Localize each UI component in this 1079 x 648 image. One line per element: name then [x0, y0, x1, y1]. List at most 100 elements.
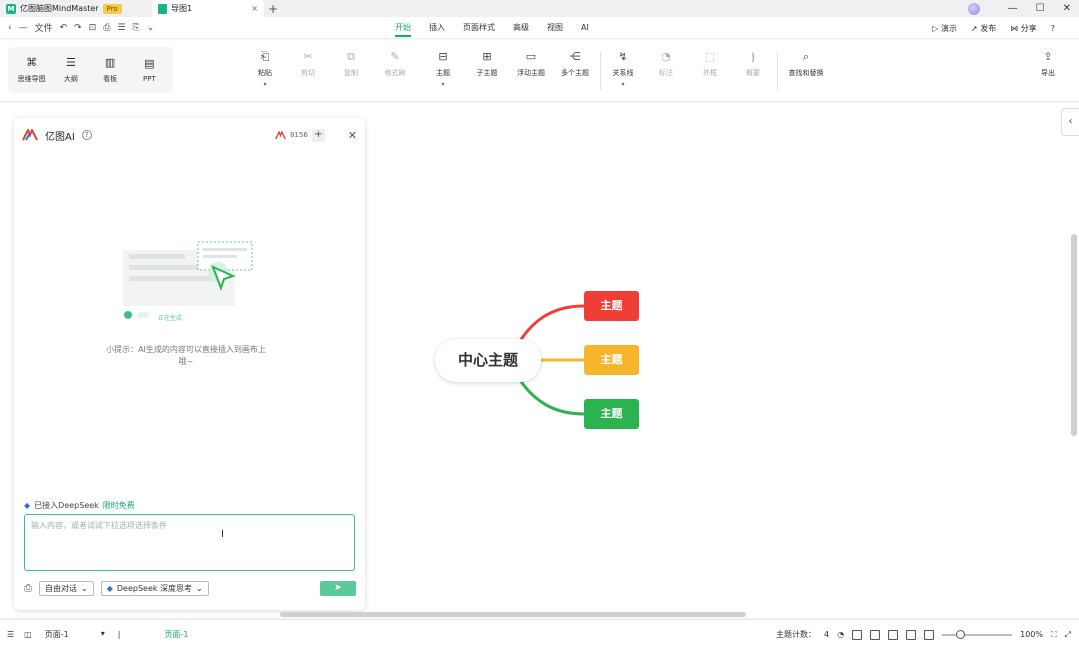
print-icon[interactable]: ⎙: [103, 23, 110, 33]
ppt-icon: ▤: [144, 57, 155, 70]
new-tab-button[interactable]: +: [264, 2, 282, 16]
close-tab-icon[interactable]: ×: [251, 4, 258, 13]
zoom-slider-handle[interactable]: [956, 629, 966, 639]
summary-icon: ⦘: [751, 50, 755, 63]
collapse-sidebar-button[interactable]: ‹: [1061, 108, 1079, 136]
page-select-value: 页面-1: [44, 629, 69, 639]
floating-topic-button[interactable]: ▭ 浮动主题: [511, 50, 551, 78]
undo-icon[interactable]: ↶: [60, 23, 68, 33]
close-window-icon[interactable]: ✕: [1063, 3, 1071, 14]
boundary-button[interactable]: ⬚ 外框: [690, 50, 730, 78]
user-avatar[interactable]: [967, 2, 980, 15]
title-bar: M 亿图脑图MindMaster Pro 导图1 × + — ☐ ✕: [0, 0, 1079, 17]
summary-button[interactable]: ⦘ 概要: [733, 50, 773, 78]
zoom-slider[interactable]: [942, 629, 1013, 639]
tab-page-style[interactable]: 页面样式: [454, 17, 504, 39]
theme-icon[interactable]: [888, 629, 899, 640]
minimize-icon[interactable]: —: [1008, 3, 1018, 14]
subtopic-button[interactable]: ⊞ 子主题: [467, 50, 507, 78]
chevron-down-icon: ⌄: [81, 583, 88, 593]
credit-count: 8156: [289, 131, 308, 139]
present-button[interactable]: ▷ 演示: [932, 23, 957, 34]
maximize-icon[interactable]: ☐: [1036, 3, 1045, 14]
add-credits-button[interactable]: +: [311, 128, 325, 142]
add-page-icon[interactable]: |: [118, 630, 121, 639]
callout-icon: ◔: [661, 50, 671, 63]
deepseek-free-link[interactable]: 限时免费: [103, 500, 135, 511]
horizontal-scrollbar[interactable]: [280, 612, 746, 617]
sidebar-toggle-icon[interactable]: ☰: [7, 630, 14, 639]
tab-start[interactable]: 开始: [386, 17, 420, 39]
multiple-topics-button[interactable]: ⋲ 多个主题: [555, 50, 595, 78]
ribbon-toolbar: ⌘ 思维导图 ☰ 大纲 ▥ 看板 ▤ PPT ⎗ 粘贴 ▾ ✂ 剪切 ⧉ 复制 …: [0, 40, 1079, 102]
share-button[interactable]: ⋈ 分享: [1010, 23, 1037, 34]
format-painter-button[interactable]: ✎ 格式刷: [375, 50, 415, 78]
app-tab[interactable]: M 亿图脑图MindMaster Pro: [0, 0, 152, 17]
save-icon[interactable]: ⎘: [133, 23, 140, 33]
central-topic[interactable]: 中心主题: [435, 339, 541, 382]
paste-icon: ⎗: [260, 50, 270, 63]
view-kanban-button[interactable]: ▥ 看板: [92, 56, 128, 84]
collapse-icon[interactable]: —: [19, 23, 28, 33]
callout-button[interactable]: ◔ 标注: [646, 50, 686, 78]
relationship-button[interactable]: ↯ 关系线 ▾: [603, 50, 643, 88]
image-upload-icon[interactable]: ⎙: [24, 583, 32, 594]
deepseek-icon: ◆: [24, 501, 31, 510]
more-icon[interactable]: ⌄: [147, 23, 155, 33]
present-mode-icon[interactable]: ⤢: [1065, 630, 1071, 640]
outline-view-icon[interactable]: [924, 629, 935, 640]
file-menu[interactable]: 文件: [35, 21, 53, 34]
fit-width-icon[interactable]: [906, 629, 917, 640]
find-replace-button[interactable]: ⌕ 查找和替换: [786, 50, 826, 78]
paste-dropdown-icon[interactable]: ▾: [263, 82, 266, 88]
tab-insert[interactable]: 插入: [420, 17, 454, 39]
copy-button[interactable]: ⧉ 复制: [331, 50, 371, 78]
help-button[interactable]: ?: [1051, 24, 1055, 33]
current-page-tab[interactable]: 页面-1: [164, 629, 188, 640]
list-icon[interactable]: ☰: [117, 23, 125, 33]
export-button[interactable]: ⇪ 导出: [1028, 50, 1068, 78]
view-ppt-button[interactable]: ▤ PPT: [131, 57, 167, 83]
ai-prompt-input[interactable]: 输入内容，或者试试下拉选项选择条件 I: [24, 514, 355, 571]
help-icon[interactable]: ?: [81, 130, 92, 140]
tab-view[interactable]: 视图: [538, 17, 572, 39]
cut-icon: ✂: [303, 50, 313, 63]
view-outline-button[interactable]: ☰ 大纲: [53, 56, 89, 84]
dropdown-caret-icon: ▾: [100, 628, 105, 638]
send-button[interactable]: ➤: [320, 580, 356, 596]
menu-right-actions: ▷ 演示 ➚ 发布 ⋈ 分享 ?: [932, 17, 1055, 39]
layout-icon[interactable]: ◫: [24, 630, 32, 639]
fit-page-icon[interactable]: [852, 629, 863, 640]
view-mindmap-button[interactable]: ⌘ 思维导图: [14, 56, 50, 84]
model-select[interactable]: ◆ DeepSeek 深度思考 ⌄: [100, 580, 209, 596]
redo-icon[interactable]: ↷: [74, 23, 82, 33]
zoom-level[interactable]: 100%: [1020, 630, 1043, 639]
tab-ai[interactable]: AI: [572, 17, 598, 39]
publish-button[interactable]: ➚ 发布: [971, 23, 996, 34]
topic-node-red[interactable]: 主题: [584, 291, 639, 321]
paste-button[interactable]: ⎗ 粘贴 ▾: [245, 50, 285, 88]
format-painter-icon: ✎: [390, 50, 400, 63]
model-select-value: DeepSeek 深度思考: [116, 583, 193, 593]
mode-select[interactable]: 自由对话 ⌄: [39, 580, 94, 596]
tab-advanced[interactable]: 高级: [504, 17, 538, 39]
focus-icon[interactable]: ◔: [837, 630, 844, 639]
relationship-dropdown-icon[interactable]: ▾: [621, 82, 624, 88]
topic-count-label: 主题计数：: [776, 630, 817, 639]
topic-dropdown-icon[interactable]: ▾: [441, 82, 444, 88]
fullscreen-icon[interactable]: ⛶: [1051, 630, 1057, 640]
find-replace-icon: ⌕: [802, 50, 810, 63]
topic-button[interactable]: ⊟ 主题 ▾: [423, 50, 463, 88]
vertical-scrollbar[interactable]: [1071, 234, 1077, 436]
cut-button[interactable]: ✂ 剪切: [288, 50, 328, 78]
grid-icon[interactable]: [870, 629, 881, 640]
export-label: 导出: [1041, 69, 1055, 77]
topic-node-yellow[interactable]: 主题: [584, 345, 639, 375]
topic-node-green[interactable]: 主题: [584, 399, 639, 429]
page-select[interactable]: 页面-1 ▾: [42, 629, 108, 640]
document-tab[interactable]: 导图1 ×: [152, 0, 264, 17]
back-icon[interactable]: ‹: [8, 23, 12, 33]
ai-logo-icon: [22, 129, 38, 141]
close-panel-icon[interactable]: ✕: [348, 129, 357, 142]
new-icon[interactable]: ⊡: [89, 23, 97, 33]
